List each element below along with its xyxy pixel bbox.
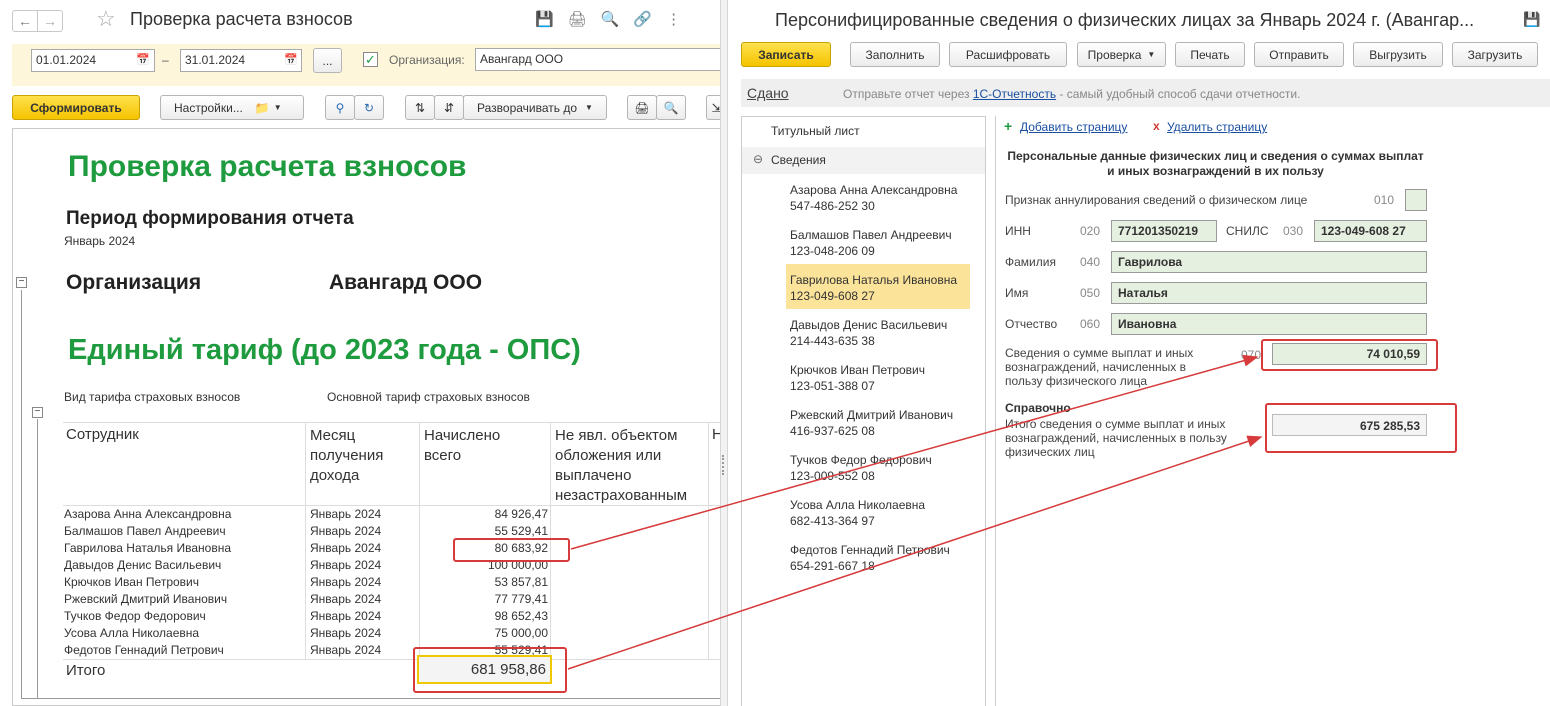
annotation-arrow — [570, 354, 1259, 550]
annotation-arrow — [567, 435, 1263, 670]
annotation-arrows — [567, 354, 1263, 670]
